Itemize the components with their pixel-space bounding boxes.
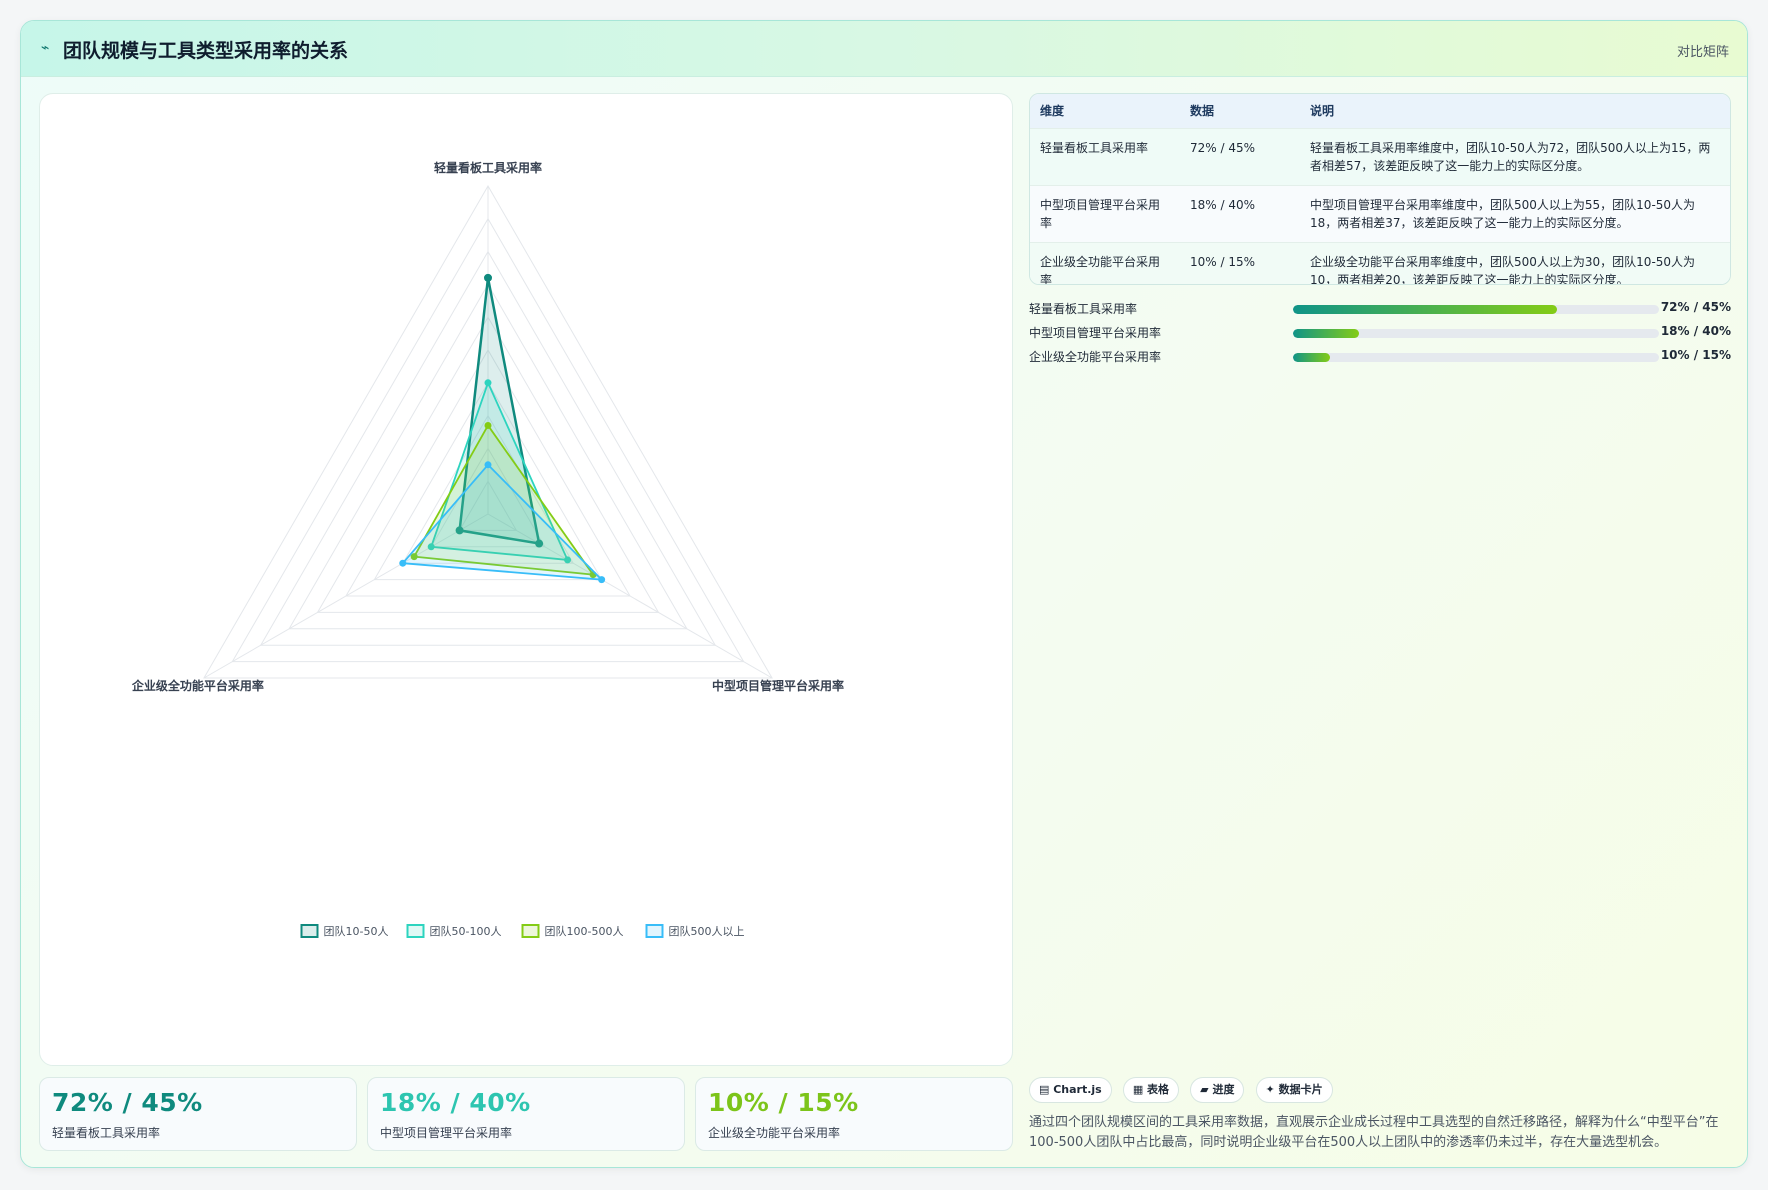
progress-fill xyxy=(1293,329,1359,338)
table-row: 轻量看板工具采用率 72% / 45% 轻量看板工具采用率维度中，团队10-50… xyxy=(1030,127,1730,185)
progress-label: 中型项目管理平台采用率 xyxy=(1029,326,1162,340)
col-header-dimension: 维度 xyxy=(1030,94,1180,128)
tag-table[interactable]: ▦ 表格 xyxy=(1122,1077,1180,1103)
cell-note: 企业级全功能平台采用率维度中，团队500人以上为30，团队10-50人为10，两… xyxy=(1300,241,1730,284)
tag-data-card[interactable]: ✦ 数据卡片 xyxy=(1255,1077,1333,1103)
cell-dimension: 中型项目管理平台采用率 xyxy=(1030,184,1180,242)
radar-axis-label: 轻量看板工具采用率 xyxy=(434,160,542,175)
radar-data-point xyxy=(484,273,492,282)
col-header-data: 数据 xyxy=(1180,94,1300,128)
radar-chart-panel: 轻量看板工具采用率中型项目管理平台采用率 企业级全功能平台采用率团队10-50人 团… xyxy=(39,93,1013,1066)
stat-card: 10% / 15% 企业级全功能平台采用率 xyxy=(695,1077,1013,1151)
legend-swatch xyxy=(300,924,319,938)
table-row: 中型项目管理平台采用率 18% / 40% 中型项目管理平台采用率维度中，团队5… xyxy=(1030,184,1730,242)
cell-data: 72% / 45% xyxy=(1180,127,1300,185)
tag-chartjs[interactable]: ▤ Chart.js xyxy=(1029,1077,1112,1103)
stat-value: 18% / 40% xyxy=(380,1088,531,1117)
progress-track xyxy=(1293,353,1659,362)
dashboard-card: ⌁ 团队规模与工具类型采用率的关系 对比矩阵 轻量看板工具采用率 中型项目管理平台… xyxy=(20,20,1748,1168)
legend-label: 团队500人以上 xyxy=(669,924,745,938)
stat-label: 轻量看板工具采用率 xyxy=(52,1126,161,1140)
radar-data-point xyxy=(399,559,407,567)
pulse-icon: ⌁ xyxy=(41,40,50,56)
col-header-note: 说明 xyxy=(1300,94,1730,128)
radar-chart: 轻量看板工具采用率中型项目管理平台采用率 企业级全功能平台采用率团队10-50人 团… xyxy=(131,160,844,938)
stat-label: 中型项目管理平台采用率 xyxy=(380,1126,513,1140)
progress-value: 72% / 45% xyxy=(1660,300,1731,314)
legend-label: 团队10-50人 xyxy=(324,924,389,938)
cell-note: 中型项目管理平台采用率维度中，团队500人以上为55，团队10-50人为18，两… xyxy=(1300,184,1730,242)
radar-data-point xyxy=(484,379,492,387)
progress-row: 中型项目管理平台采用率 18% / 40% xyxy=(1029,321,1731,345)
page-title: 团队规模与工具类型采用率的关系 xyxy=(63,40,349,62)
progress-bars: 轻量看板工具采用率 72% / 45% 中型项目管理平台采用率 18% / 40… xyxy=(1029,297,1731,369)
radar-data-point xyxy=(598,576,606,584)
legend-swatch xyxy=(406,924,425,938)
progress-label: 轻量看板工具采用率 xyxy=(1029,302,1138,316)
view-tag[interactable]: 对比矩阵 xyxy=(1677,41,1729,60)
cell-note: 轻量看板工具采用率维度中，团队10-50人为72，团队500人以上为15，两者相… xyxy=(1300,127,1730,185)
stat-label: 企业级全功能平台采用率 xyxy=(708,1126,841,1140)
progress-row: 企业级全功能平台采用率 10% / 15% xyxy=(1029,345,1731,369)
stat-card: 72% / 45% 轻量看板工具采用率 xyxy=(39,1077,357,1151)
legend-swatch xyxy=(645,924,664,938)
tech-tags: ▤ Chart.js ▦ 表格 ▰ 进度 ✦ 数据卡片 xyxy=(1029,1077,1339,1105)
legend-swatch xyxy=(521,924,540,938)
tag-progress[interactable]: ▰ 进度 xyxy=(1190,1077,1245,1103)
progress-label: 企业级全功能平台采用率 xyxy=(1029,350,1162,364)
card-header: ⌁ 团队规模与工具类型采用率的关系 对比矩阵 xyxy=(21,21,1747,77)
radar-axis-label: 中型项目管理平台采用率 xyxy=(712,678,844,693)
description-text: 通过四个团队规模区间的工具采用率数据，直观展示企业成长过程中工具选型的自然迁移路… xyxy=(1029,1115,1719,1150)
progress-row: 轻量看板工具采用率 72% / 45% xyxy=(1029,297,1731,321)
radar-axis-label: 企业级全功能平台采用率 xyxy=(131,678,264,693)
table-header-row: 维度 数据 说明 xyxy=(1030,94,1730,128)
legend-label: 团队50-100人 xyxy=(430,924,502,938)
progress-value: 18% / 40% xyxy=(1660,324,1731,338)
cell-data: 18% / 40% xyxy=(1180,184,1300,242)
progress-fill xyxy=(1293,305,1557,314)
stat-card: 18% / 40% 中型项目管理平台采用率 xyxy=(367,1077,685,1151)
cell-dimension: 企业级全功能平台采用率 xyxy=(1030,241,1180,284)
stat-value: 10% / 15% xyxy=(708,1088,859,1117)
legend-label: 团队100-500人 xyxy=(545,924,624,938)
data-table: 维度 数据 说明 轻量看板工具采用率 72% / 45% 轻量看板工具采用率维度… xyxy=(1029,93,1731,285)
stat-value: 72% / 45% xyxy=(52,1088,203,1117)
table-row: 企业级全功能平台采用率 10% / 15% 企业级全功能平台采用率维度中，团队5… xyxy=(1030,241,1730,284)
progress-track xyxy=(1293,329,1659,338)
progress-value: 10% / 15% xyxy=(1660,348,1731,362)
cell-dimension: 轻量看板工具采用率 xyxy=(1030,127,1180,185)
progress-track xyxy=(1293,305,1659,314)
progress-fill xyxy=(1293,353,1330,362)
radar-data-point xyxy=(484,421,492,429)
cell-data: 10% / 15% xyxy=(1180,241,1300,284)
radar-data-point xyxy=(484,461,492,469)
